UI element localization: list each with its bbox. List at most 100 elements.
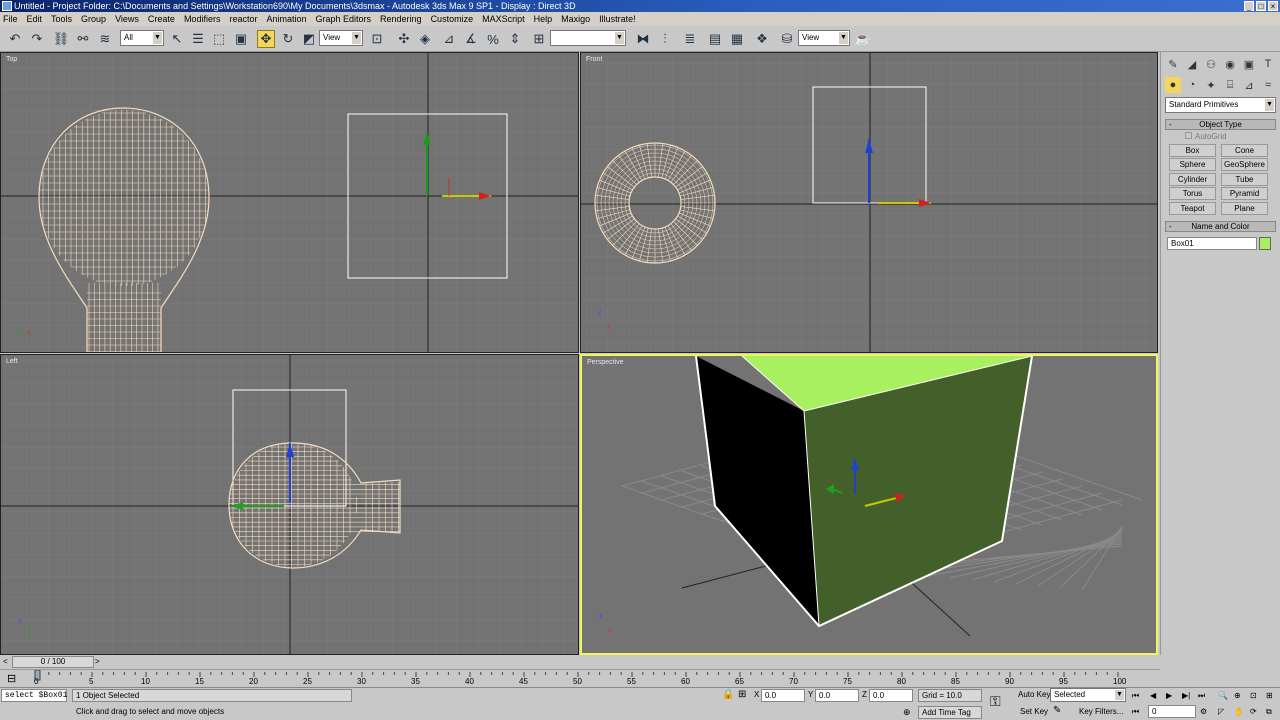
maxscript-mini-listener[interactable]: select $Box01 [1, 689, 67, 702]
zoom-extents-all-icon[interactable]: ⊞ [1266, 690, 1273, 702]
menu-maxigo[interactable]: Maxigo [561, 14, 590, 24]
viewport-top[interactable]: Top y x [0, 52, 579, 353]
zoom-extents-icon[interactable]: ⊡ [1250, 690, 1257, 702]
absolute-offset-toggle-icon[interactable]: ⊞ [738, 689, 746, 701]
time-slider-thumb[interactable]: 0 / 100 [12, 656, 94, 668]
x-coordinate-field[interactable]: 0.0 [761, 689, 805, 702]
align-icon[interactable]: ⫶ [656, 30, 674, 48]
key-mode-toggle-icon[interactable]: ⏮ [1132, 706, 1139, 718]
autogrid-option[interactable]: AutoGrid [1185, 132, 1227, 141]
pyramid-button[interactable]: Pyramid [1221, 187, 1268, 200]
key-filter-pencil-icon[interactable]: ✎ [1053, 705, 1061, 717]
named-selection-sets-dropdown[interactable]: ▼ [550, 30, 626, 46]
menu-edit[interactable]: Edit [27, 14, 43, 24]
render-type-dropdown[interactable]: View ▼ [798, 30, 850, 46]
edit-named-selection-icon[interactable]: ⊞ [530, 30, 548, 48]
close-button[interactable]: × [1268, 1, 1278, 11]
viewport-label-top[interactable]: Top [6, 56, 17, 63]
unlink-selection-icon[interactable]: ⚯ [74, 30, 92, 48]
object-name-field[interactable]: Box01 [1167, 237, 1257, 250]
key-mode-dropdown[interactable]: Selected ▼ [1050, 688, 1126, 702]
y-coordinate-field[interactable]: 0.0 [815, 689, 859, 702]
geosphere-button[interactable]: GeoSphere [1221, 158, 1268, 171]
keyboard-shortcut-override-icon[interactable]: ◈ [416, 30, 434, 48]
viewport-left[interactable]: Left z y [0, 354, 579, 655]
maximize-viewport-icon[interactable]: ⧉ [1266, 706, 1272, 718]
minimize-button[interactable]: _ [1244, 1, 1254, 11]
menu-graph-editors[interactable]: Graph Editors [316, 14, 372, 24]
bind-to-space-warp-icon[interactable]: ≋ [96, 30, 114, 48]
object-color-swatch[interactable] [1259, 237, 1271, 250]
previous-frame-icon[interactable]: ◀ [1150, 690, 1156, 702]
cone-button[interactable]: Cone [1221, 144, 1268, 157]
select-by-name-icon[interactable]: ☰ [189, 30, 207, 48]
select-and-rotate-icon[interactable]: ↻ [279, 30, 297, 48]
set-key-button[interactable]: Set Key [1020, 706, 1048, 718]
field-of-view-icon[interactable]: ◸ [1218, 706, 1224, 718]
utilities-tab-icon[interactable]: T [1260, 56, 1276, 72]
go-to-start-icon[interactable]: ⏮ [1132, 690, 1139, 702]
helpers-icon[interactable]: ⊿ [1241, 77, 1257, 93]
schematic-view-icon[interactable]: ▦ [728, 30, 746, 48]
time-configuration-icon[interactable]: ⚙ [1200, 706, 1207, 718]
menu-views[interactable]: Views [115, 14, 139, 24]
modify-tab-icon[interactable]: ◢ [1184, 56, 1200, 72]
lights-icon[interactable]: ✦ [1203, 77, 1219, 93]
menu-customize[interactable]: Customize [431, 14, 474, 24]
menu-help[interactable]: Help [534, 14, 553, 24]
object-type-rollout-header[interactable]: - Object Type [1165, 119, 1276, 130]
select-manipulate-icon[interactable]: ✣ [395, 30, 413, 48]
menu-illustrate[interactable]: Illustrate! [599, 14, 636, 24]
menu-group[interactable]: Group [81, 14, 106, 24]
rectangular-selection-icon[interactable]: ⬚ [210, 30, 228, 48]
spinner-snap-icon[interactable]: ⇕ [506, 30, 524, 48]
snaps-toggle-icon[interactable]: ⊿ [440, 30, 458, 48]
pivot-point-center-icon[interactable]: ⊡ [368, 30, 386, 48]
teapot-button[interactable]: Teapot [1169, 202, 1216, 215]
arc-rotate-icon[interactable]: ⟳ [1250, 706, 1257, 718]
layer-manager-icon[interactable]: ≣ [681, 30, 699, 48]
motion-tab-icon[interactable]: ◉ [1222, 56, 1238, 72]
select-and-scale-icon[interactable]: ◩ [300, 30, 318, 48]
play-icon[interactable]: ▶ [1166, 690, 1172, 702]
zoom-all-icon[interactable]: ⊕ [1234, 690, 1241, 702]
mirror-icon[interactable]: ⧓ [634, 30, 652, 48]
viewport-label-front[interactable]: Front [586, 56, 602, 63]
menu-modifiers[interactable]: Modifiers [184, 14, 221, 24]
name-and-color-rollout-header[interactable]: - Name and Color [1165, 221, 1276, 232]
tube-button[interactable]: Tube [1221, 173, 1268, 186]
space-warps-icon[interactable]: ≈ [1260, 77, 1276, 93]
time-slider-next-icon[interactable]: > [95, 657, 100, 666]
auto-key-button[interactable]: Auto Key [1018, 689, 1050, 701]
time-slider[interactable]: < 0 / 100 > [0, 655, 1160, 669]
key-filters-button[interactable]: Key Filters... [1079, 706, 1123, 718]
maximize-button[interactable]: □ [1256, 1, 1266, 11]
pan-view-icon[interactable]: ✋ [1234, 706, 1244, 718]
set-key-icon[interactable]: ⚿ [990, 694, 1001, 708]
next-frame-icon[interactable]: ▶| [1182, 690, 1190, 702]
geometry-icon[interactable]: ● [1165, 77, 1181, 93]
box-button[interactable]: Box [1169, 144, 1216, 157]
select-object-icon[interactable]: ↖ [168, 30, 186, 48]
create-tab-icon[interactable]: ✎ [1165, 56, 1181, 72]
reference-coordinate-dropdown[interactable]: View ▼ [319, 30, 363, 46]
percent-snap-icon[interactable]: % [484, 30, 502, 48]
viewport-front[interactable]: Front z x [580, 52, 1158, 353]
undo-icon[interactable]: ↶ [6, 30, 24, 48]
current-frame-field[interactable]: 0 [1148, 705, 1196, 718]
viewport-label-perspective[interactable]: Perspective [587, 359, 624, 366]
hierarchy-tab-icon[interactable]: ⚇ [1203, 56, 1219, 72]
menu-create[interactable]: Create [148, 14, 175, 24]
cylinder-button[interactable]: Cylinder [1169, 173, 1216, 186]
viewport-label-left[interactable]: Left [6, 358, 18, 365]
time-slider-prev-icon[interactable]: < [3, 657, 8, 666]
quick-render-icon[interactable]: ☕ [854, 30, 872, 48]
menu-maxscript[interactable]: MAXScript [482, 14, 525, 24]
render-setup-icon[interactable]: ⛁ [778, 30, 796, 48]
plane-button[interactable]: Plane [1221, 202, 1268, 215]
menu-file[interactable]: File [3, 14, 18, 24]
menu-animation[interactable]: Animation [266, 14, 306, 24]
autogrid-checkbox[interactable] [1185, 132, 1192, 139]
select-and-move-icon[interactable]: ✥ [257, 30, 275, 48]
display-tab-icon[interactable]: ▣ [1241, 56, 1257, 72]
